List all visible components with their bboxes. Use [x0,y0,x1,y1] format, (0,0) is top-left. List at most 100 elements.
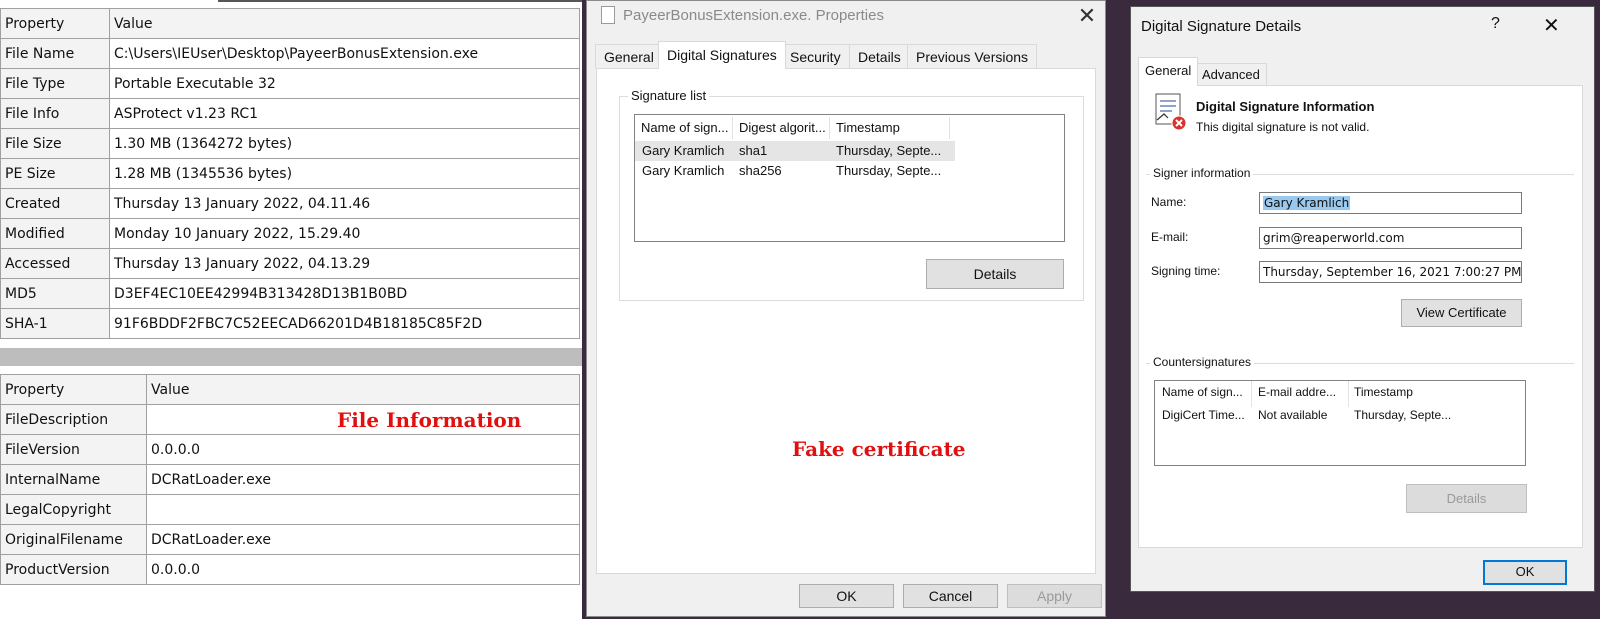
properties-dialog: PayeerBonusExtension.exe. Properties ✕ G… [586,0,1106,617]
cancel-button[interactable]: Cancel [903,584,998,608]
details-button[interactable]: Details [1406,484,1527,513]
details-button[interactable]: Details [926,259,1064,289]
property-value: DCRatLoader.exe [146,464,580,495]
column-header-value[interactable]: Value [109,8,580,39]
table-row[interactable]: FileVersion 0.0.0.0 [0,434,580,465]
property-value: Thursday 13 January 2022, 04.11.46 [109,188,580,219]
top-divider [218,0,582,4]
property-value: ASProtect v1.23 RC1 [109,98,580,129]
tab-general[interactable]: General [595,44,663,68]
property-key: File Type [0,68,110,99]
table-row[interactable]: Accessed Thursday 13 January 2022, 04.13.… [0,248,580,279]
property-key: InternalName [0,464,147,495]
column-header-timestamp[interactable]: Timestamp [1354,385,1464,399]
table-row[interactable]: LegalCopyright [0,494,580,525]
signer-information-group: Signer information Name: Gary Kramlich E… [1146,166,1574,343]
digest-algorithm: sha256 [739,163,782,178]
view-certificate-button[interactable]: View Certificate [1401,299,1522,327]
column-header-timestamp[interactable]: Timestamp [830,117,950,139]
tab-details[interactable]: Details [849,44,910,68]
table-row[interactable]: File Size 1.30 MB (1364272 bytes) [0,128,580,159]
property-value: 1.28 MB (1345536 bytes) [109,158,580,189]
property-key: File Size [0,128,110,159]
property-key: OriginalFilename [0,524,147,555]
close-icon[interactable]: ✕ [1075,3,1099,29]
column-header-name[interactable]: Name of sign... [635,117,733,139]
certificate-error-icon [1155,93,1187,131]
email-label: E-mail: [1151,230,1189,244]
dialog-title: PayeerBonusExtension.exe. Properties [623,7,884,24]
property-value: 91F6BDDF2FBC7C52EECAD66201D4B18185C85F2D [109,308,580,339]
tab-security[interactable]: Security [781,44,850,68]
table-row[interactable]: ProductVersion 0.0.0.0 [0,554,580,585]
property-value: Portable Executable 32 [109,68,580,99]
table-row[interactable]: MD5 D3EF4EC10EE42994B313428D13B1B0BD [0,278,580,309]
table-row[interactable]: PE Size 1.28 MB (1345536 bytes) [0,158,580,189]
property-key: MD5 [0,278,110,309]
signature-list-group: Signature list Name of sign... Digest al… [619,88,1084,301]
property-key: FileDescription [0,404,147,435]
property-key: Accessed [0,248,110,279]
table-row[interactable]: Modified Monday 10 January 2022, 15.29.40 [0,218,580,249]
list-item[interactable]: Gary Kramlich sha1 Thursday, Septe... [635,141,955,161]
property-value: Thursday 13 January 2022, 04.13.29 [109,248,580,279]
table-row[interactable]: Created Thursday 13 January 2022, 04.11.4… [0,188,580,219]
apply-button[interactable]: Apply [1007,584,1102,608]
property-key: File Name [0,38,110,69]
version-info-table: Property Value FileDescription FileVersi… [0,374,580,585]
property-key: ProductVersion [0,554,147,585]
ok-button[interactable]: OK [1483,560,1567,585]
column-divider [1251,381,1252,407]
property-key: PE Size [0,158,110,189]
countersigner-name[interactable]: DigiCert Time... [1162,408,1252,422]
property-key: Modified [0,218,110,249]
tab-previous-versions[interactable]: Previous Versions [907,44,1038,68]
property-value [146,494,580,525]
signing-time-field[interactable]: Thursday, September 16, 2021 7:00:27 PM [1259,261,1522,283]
table-header: Property Value [0,8,580,39]
signer-name: Gary Kramlich [642,143,725,158]
table-header: Property Value [0,374,580,405]
countersigner-email[interactable]: Not available [1258,408,1348,422]
tab-general[interactable]: General [1138,57,1199,86]
tab-advanced[interactable]: Advanced [1195,63,1267,85]
countersigner-timestamp[interactable]: Thursday, Septe... [1354,408,1466,422]
signature-list[interactable]: Name of sign... Digest algorit... Timest… [634,114,1065,242]
digest-algorithm: sha1 [739,143,768,158]
table-row[interactable]: SHA-1 91F6BDDF2FBC7C52EECAD66201D4B18185C… [0,308,580,339]
table-row[interactable]: File Name C:\Users\IEUser\Desktop\PayeerB… [0,38,580,69]
countersignatures-label: Countersignatures [1150,355,1255,369]
table-row[interactable]: File Type Portable Executable 32 [0,68,580,99]
table-row[interactable]: File Info ASProtect v1.23 RC1 [0,98,580,129]
signer-name: Gary Kramlich [642,163,725,178]
signer-information-label: Signer information [1150,166,1254,180]
close-icon[interactable]: ✕ [1543,13,1560,38]
file-icon [601,6,615,24]
column-divider [1348,381,1349,407]
name-label: Name: [1151,195,1187,209]
property-key: FileVersion [0,434,147,465]
table-row[interactable]: OriginalFilename DCRatLoader.exe [0,524,580,555]
list-item[interactable]: Gary Kramlich sha256 Thursday, Septe... [635,161,955,181]
column-header-name[interactable]: Name of sign... [1162,385,1252,399]
timestamp: Thursday, Septe... [836,143,942,158]
dialog-title: Digital Signature Details [1141,18,1302,35]
email-field[interactable]: grim@reaperworld.com [1259,227,1522,249]
column-header-digest[interactable]: Digest algorit... [733,117,830,139]
property-value: D3EF4EC10EE42994B313428D13B1B0BD [109,278,580,309]
property-value: C:\Users\IEUser\Desktop\PayeerBonusExten… [109,38,580,69]
column-header-email[interactable]: E-mail addre... [1258,385,1348,399]
countersignature-list[interactable]: Name of sign... E-mail addre... Timestam… [1154,380,1526,466]
column-header-property[interactable]: Property [0,8,110,39]
table-row[interactable]: InternalName DCRatLoader.exe [0,464,580,495]
fake-certificate-annotation: Fake certificate [792,437,966,461]
column-header-value[interactable]: Value [146,374,580,405]
column-header-property[interactable]: Property [0,374,147,405]
splitter-bar[interactable] [0,348,582,366]
help-icon[interactable]: ? [1491,15,1500,33]
name-field[interactable]: Gary Kramlich [1259,192,1522,214]
property-value: 1.30 MB (1364272 bytes) [109,128,580,159]
signature-status-text: This digital signature is not valid. [1196,120,1370,134]
ok-button[interactable]: OK [799,584,894,608]
tab-digital-signatures[interactable]: Digital Signatures [658,41,786,69]
